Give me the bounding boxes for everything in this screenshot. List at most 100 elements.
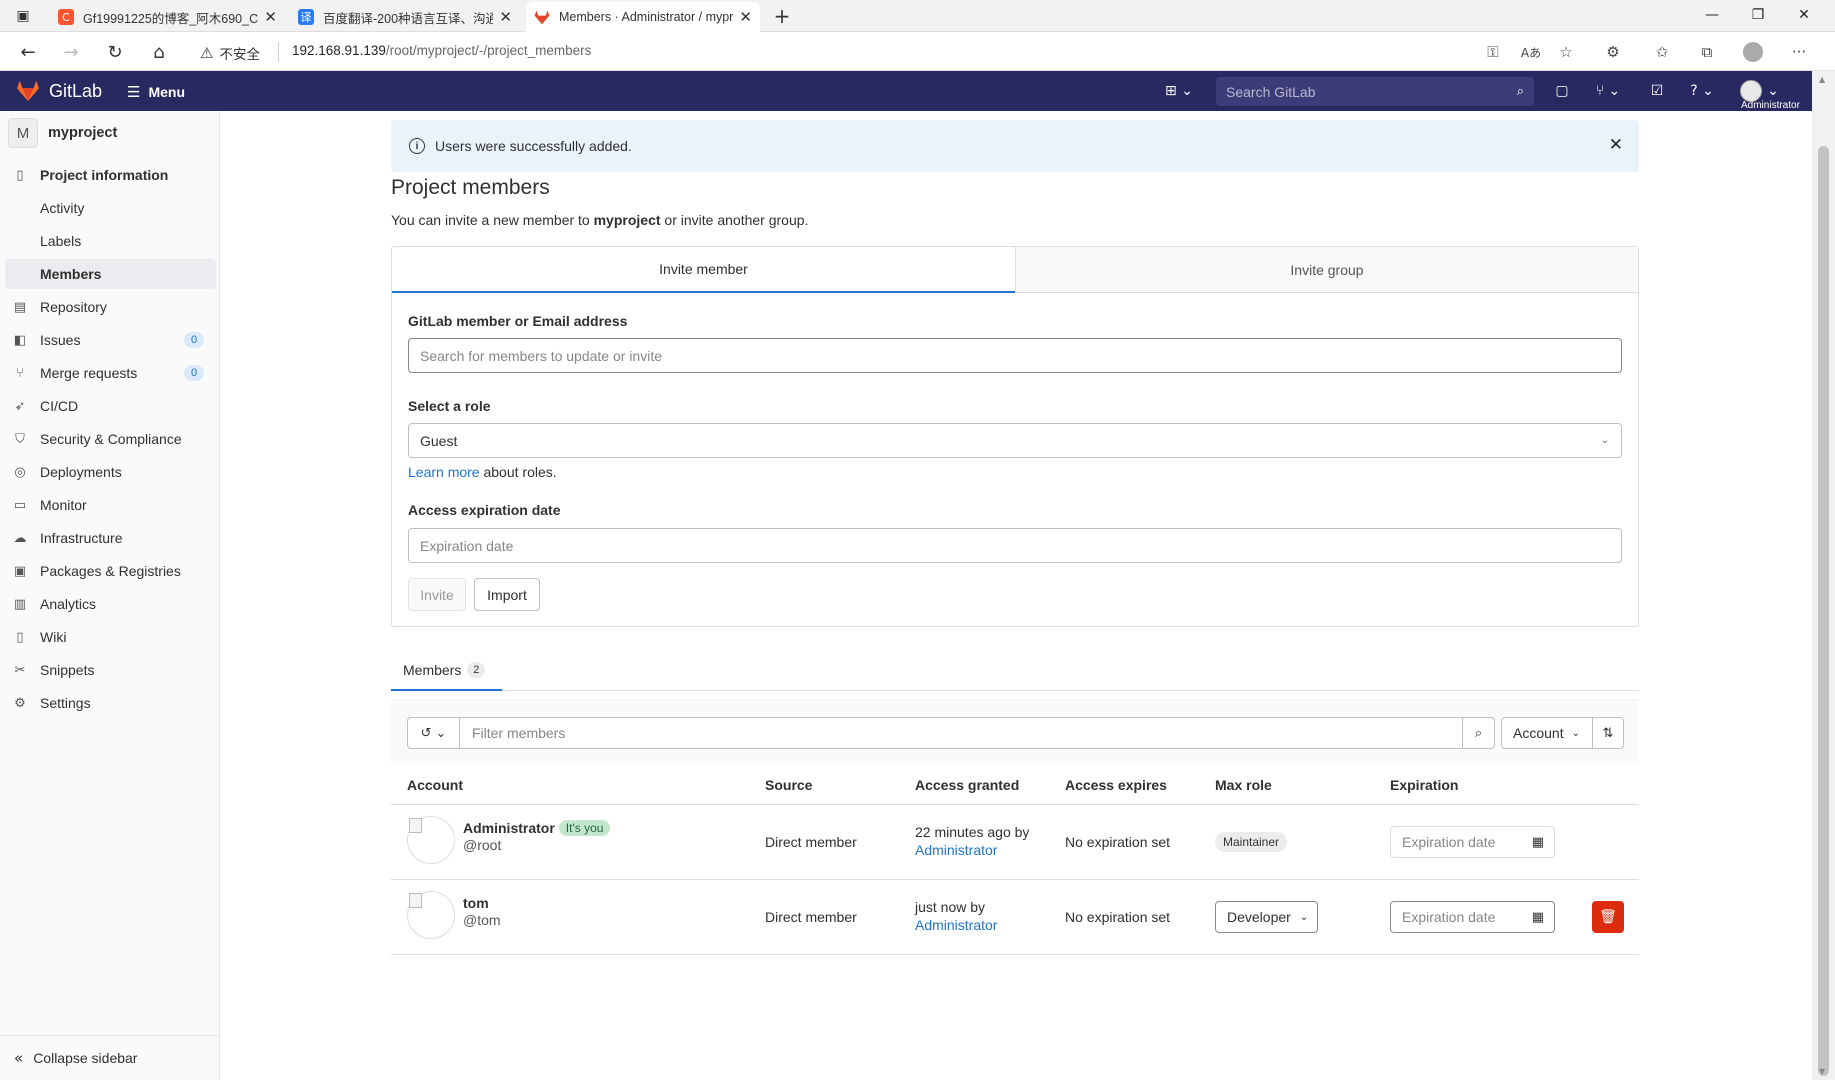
expiration-date-input[interactable]: Expiration date ▦ (1390, 901, 1555, 933)
member-name[interactable]: Administrator It's you (463, 820, 611, 836)
remove-member-button[interactable]: 🗑 (1592, 901, 1624, 933)
gitlab-brand[interactable]: GitLab (49, 81, 102, 102)
sidebar-item-infrastructure[interactable]: ☁ Infrastructure (5, 523, 216, 553)
browser-tab-baidu[interactable]: 译 百度翻译-200种语言互译、沟通全世界 ✕ (290, 2, 520, 32)
browser-tab-csdn[interactable]: C Gf19991225的博客_阿木690_CSDN ✕ (50, 2, 285, 32)
sidebar-project-header[interactable]: M myproject (8, 118, 117, 148)
browser-tab-members[interactable]: Members · Administrator / myproject ✕ (526, 2, 760, 32)
home-icon[interactable]: ⌂ (144, 37, 174, 67)
sidebar-item-ci-cd[interactable]: ➶ CI/CD (5, 391, 216, 421)
sidebar-item-repository[interactable]: ▤ Repository (5, 292, 216, 322)
read-aloud-icon[interactable]: Aあ (1517, 38, 1545, 66)
avatar[interactable] (407, 816, 455, 864)
sidebar-item-packages[interactable]: ▣ Packages & Registries (5, 556, 216, 586)
filter-search-button[interactable]: ⌕ (1463, 717, 1495, 749)
window-close-icon[interactable]: ✕ (1781, 0, 1827, 30)
close-tab-icon[interactable]: ✕ (264, 8, 277, 26)
url-field[interactable]: 192.168.91.139/root/myproject/-/project_… (292, 43, 591, 58)
sidebar-item-activity[interactable]: Activity (5, 193, 216, 223)
tab-invite-group[interactable]: Invite group (1015, 247, 1638, 293)
sort-dropdown[interactable]: Account ⌄ (1501, 717, 1593, 749)
column-access-granted[interactable]: Access granted (915, 765, 1019, 805)
granted-by-link[interactable]: Administrator (915, 917, 997, 933)
sidebar-item-members[interactable]: Members (5, 259, 216, 289)
success-alert: i Users were successfully added. ✕ (391, 120, 1639, 172)
sidebar-item-label: Members (40, 266, 102, 282)
role-field-label: Select a role (408, 398, 491, 414)
import-button[interactable]: Import (474, 578, 540, 611)
user-avatar[interactable] (1740, 80, 1762, 102)
search-input[interactable]: Search GitLab ⌕ (1216, 77, 1534, 106)
sidebar-item-analytics[interactable]: ▥ Analytics (5, 589, 216, 619)
collapse-label: Collapse sidebar (33, 1050, 138, 1066)
role-dropdown[interactable]: Developer ⌄ (1215, 901, 1318, 933)
close-tab-icon[interactable]: ✕ (499, 8, 512, 26)
profile-icon[interactable] (1739, 38, 1767, 66)
menu-label: Menu (148, 84, 186, 100)
sidebar-item-label: Monitor (40, 497, 87, 513)
sidebar-item-security[interactable]: ⛉ Security & Compliance (5, 424, 216, 454)
invite-button[interactable]: Invite (408, 578, 466, 611)
sort-direction-button[interactable]: ⇅ (1592, 717, 1624, 749)
gitlab-logo-icon[interactable] (15, 80, 41, 102)
dismiss-alert-icon[interactable]: ✕ (1609, 135, 1623, 155)
granted-by-link[interactable]: Administrator (915, 842, 997, 858)
new-tab-icon[interactable]: + (767, 1, 797, 31)
column-max-role[interactable]: Max role (1215, 765, 1272, 805)
sidebar-item-labels[interactable]: Labels (5, 226, 216, 256)
filter-members-input[interactable]: Filter members (459, 717, 1463, 749)
extensions-icon[interactable]: ⚙ (1599, 38, 1627, 66)
todos-icon[interactable]: ☑ (1645, 79, 1669, 103)
new-dropdown-icon[interactable]: ⊞ ⌄ (1162, 79, 1196, 103)
tab-invite-member[interactable]: Invite member (392, 247, 1015, 293)
favorites-icon[interactable]: ✩ (1648, 38, 1676, 66)
sidebar-item-snippets[interactable]: ✂ Snippets (5, 655, 216, 685)
recent-searches-button[interactable]: ↺ ⌄ (407, 717, 459, 749)
project-name: myproject (48, 125, 118, 141)
sidebar-item-label: Snippets (40, 662, 95, 678)
member-name[interactable]: tom (463, 895, 489, 911)
csdn-favicon-icon: C (58, 9, 74, 25)
scroll-thumb[interactable] (1818, 146, 1829, 1076)
role-select[interactable]: Guest ⌄ (408, 423, 1622, 458)
sidebar-item-issues[interactable]: ◧ Issues 0 (5, 325, 216, 355)
scissors-icon: ✂ (14, 662, 26, 678)
sidebar-item-project-information[interactable]: ▯ Project information (5, 160, 216, 190)
forward-icon[interactable]: → (56, 37, 86, 67)
minimize-icon[interactable]: — (1689, 0, 1735, 30)
sidebar-item-label: Issues (40, 332, 81, 348)
more-icon[interactable]: ··· (1785, 38, 1813, 66)
expiry-date-input[interactable]: Expiration date (408, 528, 1622, 563)
info-icon: i (409, 138, 425, 154)
learn-more-link[interactable]: Learn more (408, 464, 480, 480)
column-account[interactable]: Account (407, 765, 463, 805)
sidebar-item-merge-requests[interactable]: ⑂ Merge requests 0 (5, 358, 216, 388)
menu-button[interactable]: ☰ Menu (127, 83, 185, 101)
page-scrollbar[interactable]: ▲ ▼ (1812, 71, 1835, 1080)
tab-actions-icon[interactable]: ▣ (8, 1, 38, 31)
member-source: Direct member (765, 909, 857, 925)
help-icon[interactable]: ? ⌄ (1683, 79, 1721, 103)
scroll-down-icon[interactable]: ▼ (1819, 1067, 1825, 1076)
password-key-icon[interactable]: ⚿ (1479, 38, 1507, 66)
sidebar-item-monitor[interactable]: ▭ Monitor (5, 490, 216, 520)
tab-members[interactable]: Members 2 (391, 651, 502, 691)
chevron-down-icon: ⌄ (1571, 727, 1580, 739)
favorite-add-icon[interactable]: ☆ (1552, 38, 1580, 66)
sidebar-item-settings[interactable]: ⚙ Settings (5, 688, 216, 718)
sidebar-item-deployments[interactable]: ◎ Deployments (5, 457, 216, 487)
avatar[interactable] (407, 891, 455, 939)
member-search-input[interactable]: Search for members to update or invite (408, 338, 1622, 373)
issues-header-icon[interactable]: ▢ (1550, 79, 1574, 103)
tab-title: Members · Administrator / myproject (559, 10, 734, 24)
security-indicator[interactable]: ⚠ 不安全 (200, 43, 260, 63)
scroll-up-icon[interactable]: ▲ (1819, 75, 1825, 84)
collections-icon[interactable]: ⧉ (1693, 38, 1721, 66)
sidebar-item-wiki[interactable]: ▯ Wiki (5, 622, 216, 652)
back-icon[interactable]: ← (13, 37, 43, 67)
collapse-sidebar-button[interactable]: « Collapse sidebar (0, 1035, 220, 1080)
close-tab-icon[interactable]: ✕ (739, 8, 752, 26)
merge-requests-header-icon[interactable]: ⑂ ⌄ (1590, 79, 1626, 103)
restore-icon[interactable]: ❐ (1735, 0, 1781, 30)
reload-icon[interactable]: ↻ (100, 37, 130, 67)
